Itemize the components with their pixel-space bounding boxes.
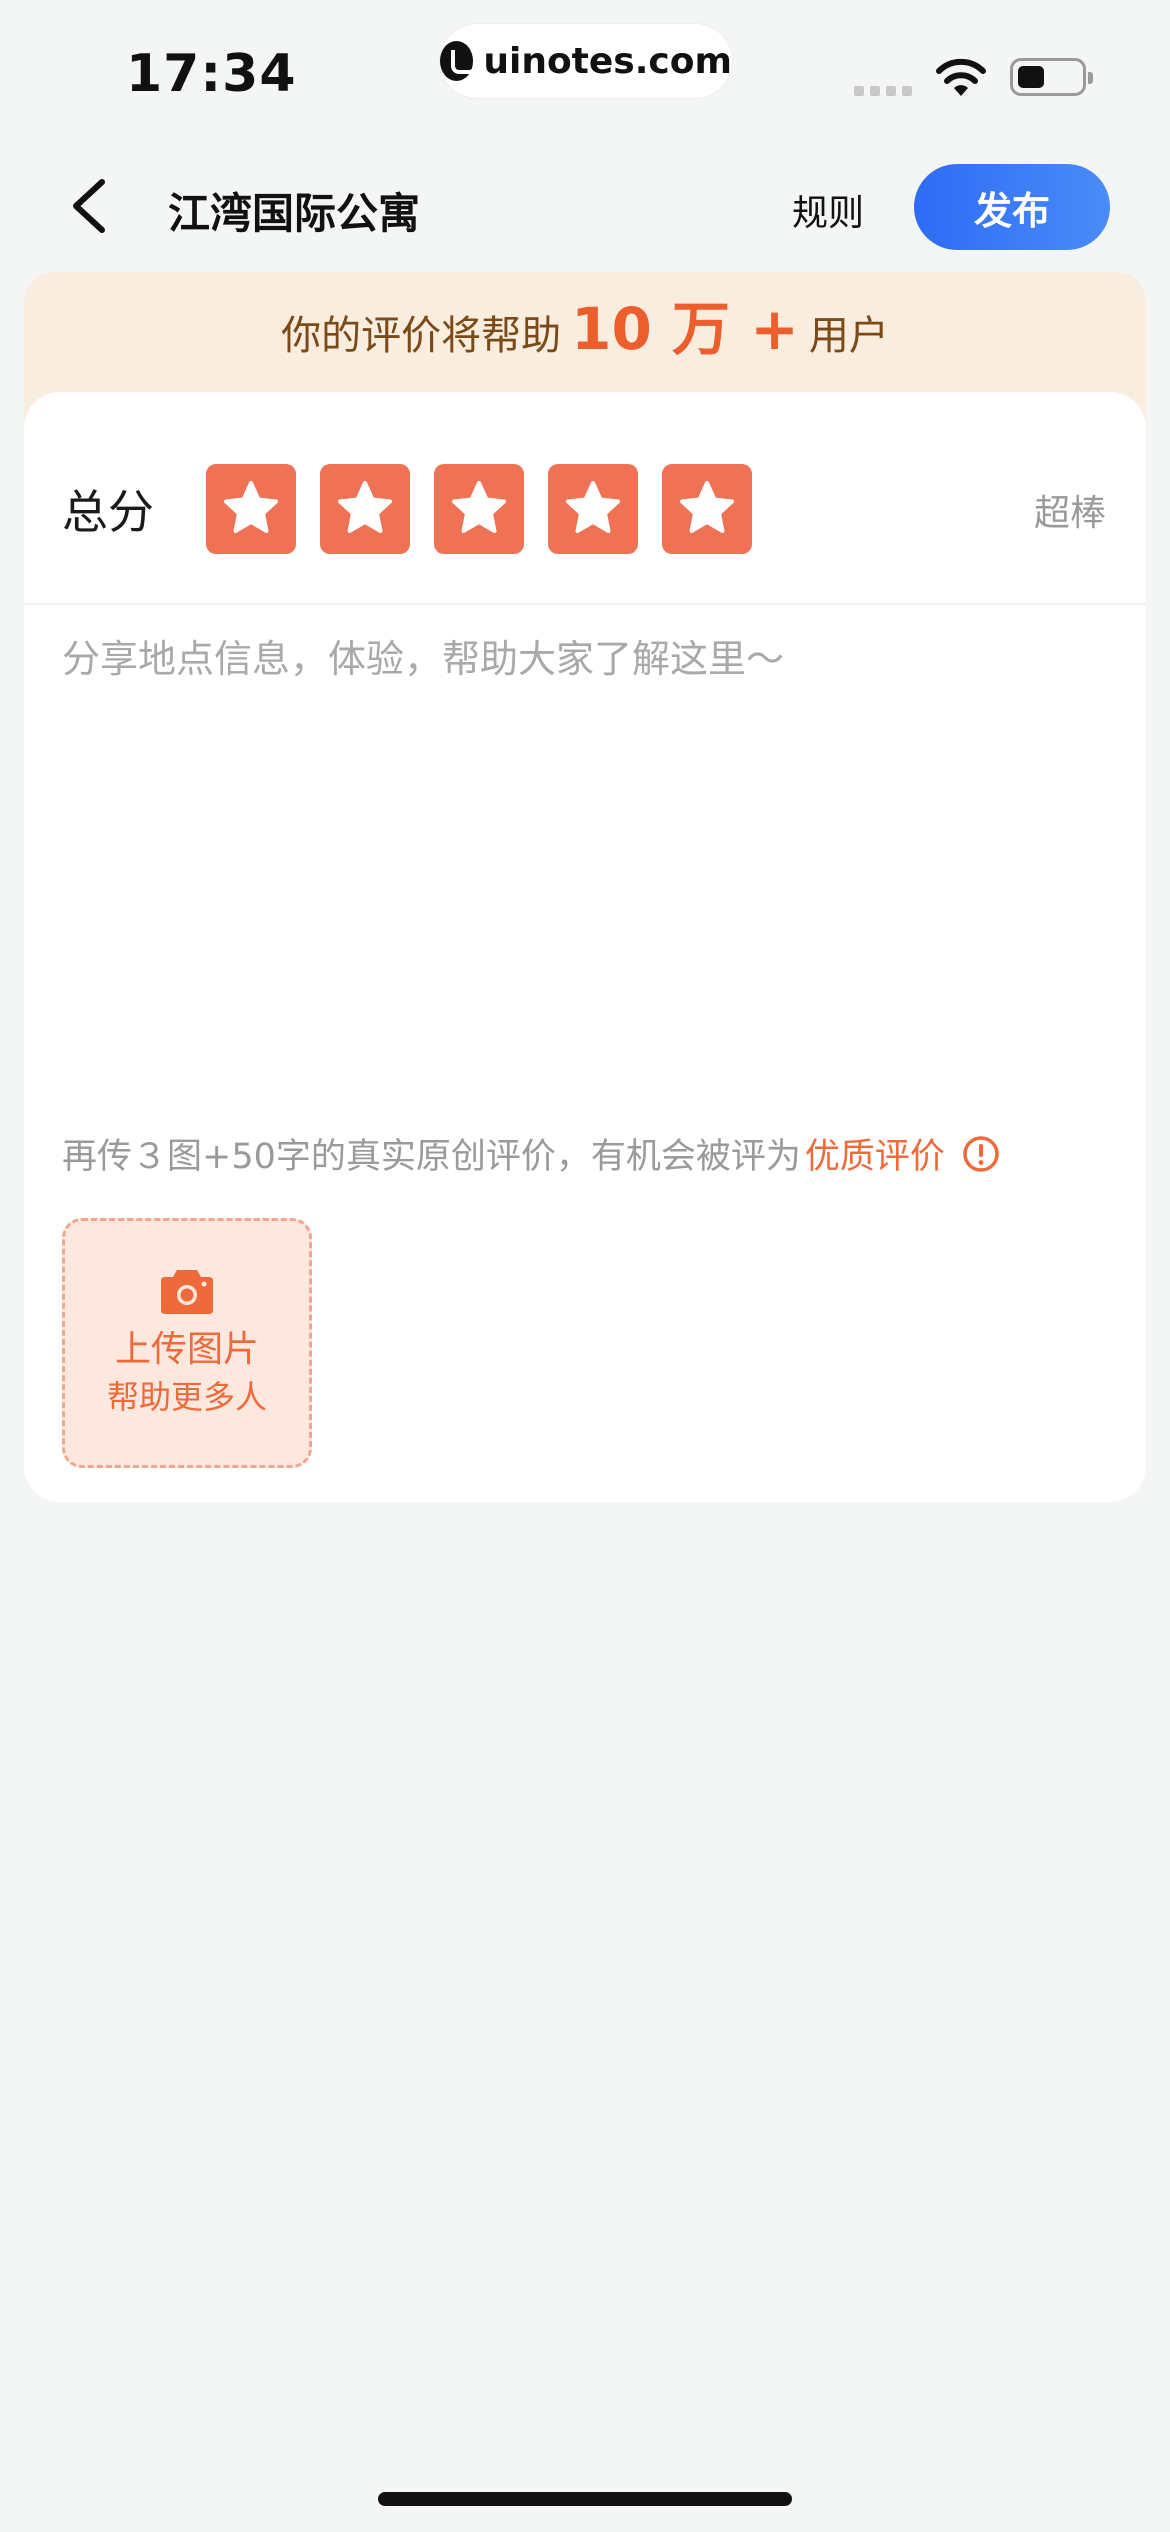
nav-bar: 江湾国际公寓 规则 发布 xyxy=(0,160,1170,254)
back-icon[interactable] xyxy=(64,178,120,234)
url-text: uinotes.com xyxy=(483,40,732,82)
hint-text: 再传３图+50字的真实原创评价，有机会被评为 xyxy=(62,1137,801,1177)
site-logo-icon xyxy=(440,41,478,81)
star-5[interactable] xyxy=(662,464,752,554)
star-icon xyxy=(566,481,620,533)
star-1[interactable] xyxy=(206,464,296,554)
signal-icon xyxy=(854,86,912,96)
star-icon xyxy=(338,481,392,533)
page-title: 江湾国际公寓 xyxy=(168,189,421,238)
star-3[interactable] xyxy=(434,464,524,554)
info-icon[interactable] xyxy=(961,1134,1001,1174)
star-rating xyxy=(206,464,752,554)
status-time: 17:34 xyxy=(126,44,297,104)
star-icon xyxy=(452,481,506,533)
upload-photo-button[interactable]: 上传图片 帮助更多人 xyxy=(62,1218,312,1468)
camera-icon xyxy=(161,1270,213,1314)
banner-prefix: 你的评价将帮助 xyxy=(281,313,562,359)
star-icon xyxy=(680,481,734,533)
review-card: 总分 超棒 再 xyxy=(24,392,1146,1502)
star-2[interactable] xyxy=(320,464,410,554)
wifi-icon xyxy=(936,58,986,96)
status-bar: 17:34 uinotes.com xyxy=(0,0,1170,140)
upload-sublabel: 帮助更多人 xyxy=(106,1378,267,1416)
review-screen: 17:34 uinotes.com 江湾国际公寓 规则 发布 你的评价将帮助 1… xyxy=(0,0,1170,2532)
score-label: 总分 xyxy=(62,485,154,539)
publish-button[interactable]: 发布 xyxy=(914,164,1110,250)
rules-link[interactable]: 规则 xyxy=(792,184,864,236)
home-indicator[interactable] xyxy=(378,2492,792,2506)
quality-hint: 再传３图+50字的真实原创评价，有机会被评为 优质评价 xyxy=(62,1128,1001,1179)
score-row: 总分 超棒 xyxy=(24,392,1146,604)
banner-highlight: 10 万 + xyxy=(571,295,799,363)
upload-label: 上传图片 xyxy=(114,1329,259,1370)
rating-text: 超棒 xyxy=(1033,493,1106,534)
url-pill[interactable]: uinotes.com xyxy=(440,24,732,98)
star-4[interactable] xyxy=(548,464,638,554)
divider xyxy=(24,603,1146,605)
star-icon xyxy=(224,481,278,533)
review-textarea[interactable] xyxy=(62,628,1108,1088)
banner-suffix: 用户 xyxy=(808,313,889,359)
quality-review-link[interactable]: 优质评价 xyxy=(805,1128,945,1179)
battery-icon xyxy=(1010,58,1093,96)
